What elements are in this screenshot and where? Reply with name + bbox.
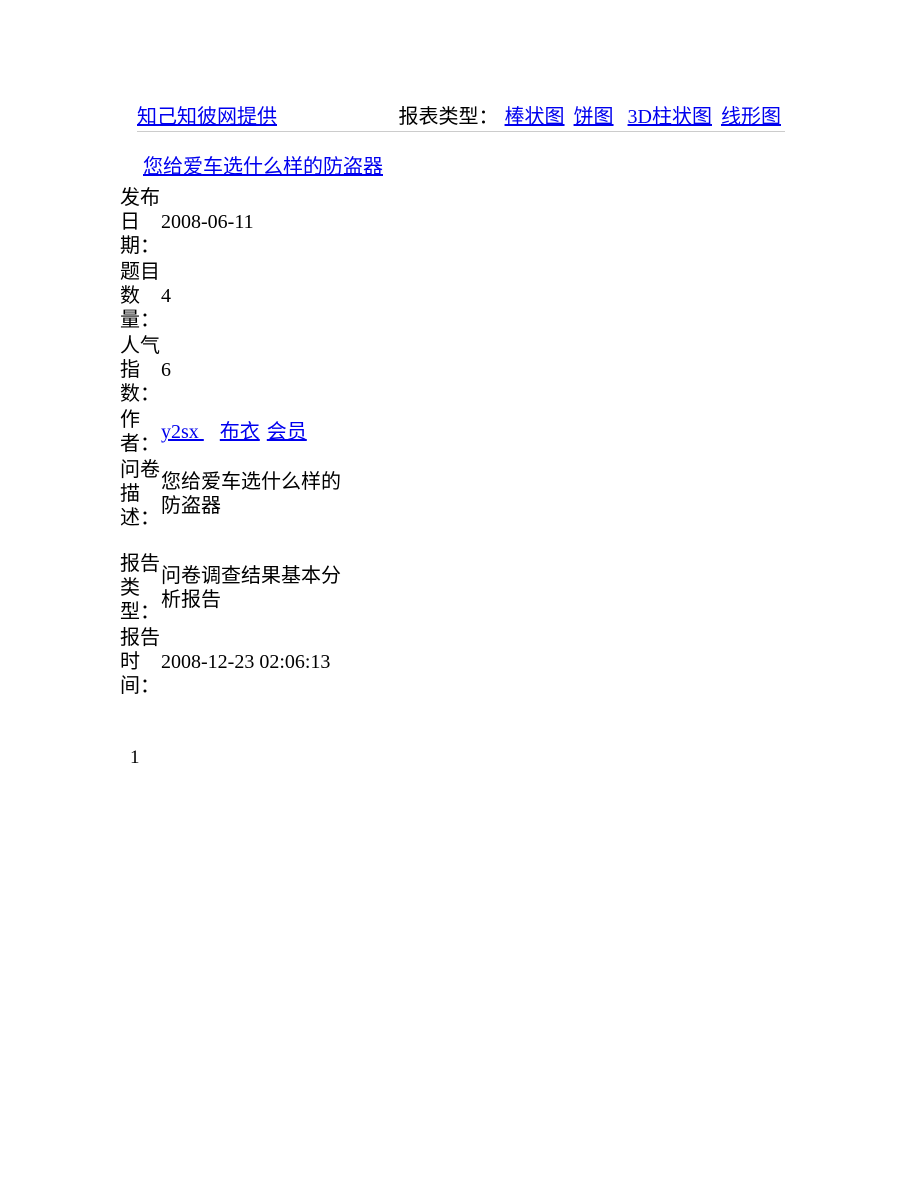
value-q-count: 4 — [160, 259, 360, 333]
value-report-time: 2008-12-23 02:06:13 — [160, 625, 360, 699]
row-desc: 问卷描述： 您给爱车选什么样的防盗器 — [120, 457, 360, 531]
row-author: 作者： y2sx 布衣 会员 — [120, 407, 360, 457]
author-user-link[interactable]: y2sx — [161, 421, 204, 443]
value-author: y2sx 布衣 会员 — [160, 407, 360, 457]
label-publish-date: 发布日期： — [120, 185, 160, 259]
author-level1-link[interactable]: 布衣 — [220, 421, 260, 443]
report-type-label: 报表类型： — [399, 100, 499, 129]
survey-title-link[interactable]: 您给爱车选什么样的防盗器 — [143, 156, 383, 178]
row-report-type: 报告类型： 问卷调查结果基本分析报告 — [120, 551, 360, 625]
value-popularity: 6 — [160, 333, 360, 407]
meta-table: 发布日期： 2008-06-11 题目数量： 4 人气指数： 6 作者： y2s… — [120, 185, 360, 699]
provider-link[interactable]: 知己知彼网提供 — [137, 100, 277, 129]
page-number: 1 — [130, 747, 920, 769]
value-report-type: 问卷调查结果基本分析报告 — [160, 551, 360, 625]
label-report-time: 报告时间： — [120, 625, 160, 699]
title-block: 您给爱车选什么样的防盗器 — [138, 150, 388, 179]
value-desc: 您给爱车选什么样的防盗器 — [160, 457, 360, 531]
top-bar: 知己知彼网提供 报表类型： 棒状图 饼图 3D柱状图 线形图 — [137, 100, 785, 132]
link-pie[interactable]: 饼图 — [574, 106, 614, 128]
author-level2-link[interactable]: 会员 — [267, 421, 307, 443]
link-line[interactable]: 线形图 — [721, 106, 781, 128]
label-popularity: 人气指数： — [120, 333, 160, 407]
content: 您给爱车选什么样的防盗器 发布日期： 2008-06-11 题目数量： 4 人气… — [120, 150, 920, 769]
value-publish-date: 2008-06-11 — [160, 185, 360, 259]
label-q-count: 题目数量： — [120, 259, 160, 333]
link-bar[interactable]: 棒状图 — [505, 106, 565, 128]
label-report-type: 报告类型： — [120, 551, 160, 625]
row-report-time: 报告时间： 2008-12-23 02:06:13 — [120, 625, 360, 699]
label-desc: 问卷描述： — [120, 457, 160, 531]
report-links: 棒状图 饼图 3D柱状图 线形图 — [505, 100, 785, 129]
spacer — [120, 531, 360, 551]
row-publish-date: 发布日期： 2008-06-11 — [120, 185, 360, 259]
row-popularity: 人气指数： 6 — [120, 333, 360, 407]
row-q-count: 题目数量： 4 — [120, 259, 360, 333]
link-bar3d[interactable]: 3D柱状图 — [628, 106, 712, 128]
label-author: 作者： — [120, 407, 160, 457]
